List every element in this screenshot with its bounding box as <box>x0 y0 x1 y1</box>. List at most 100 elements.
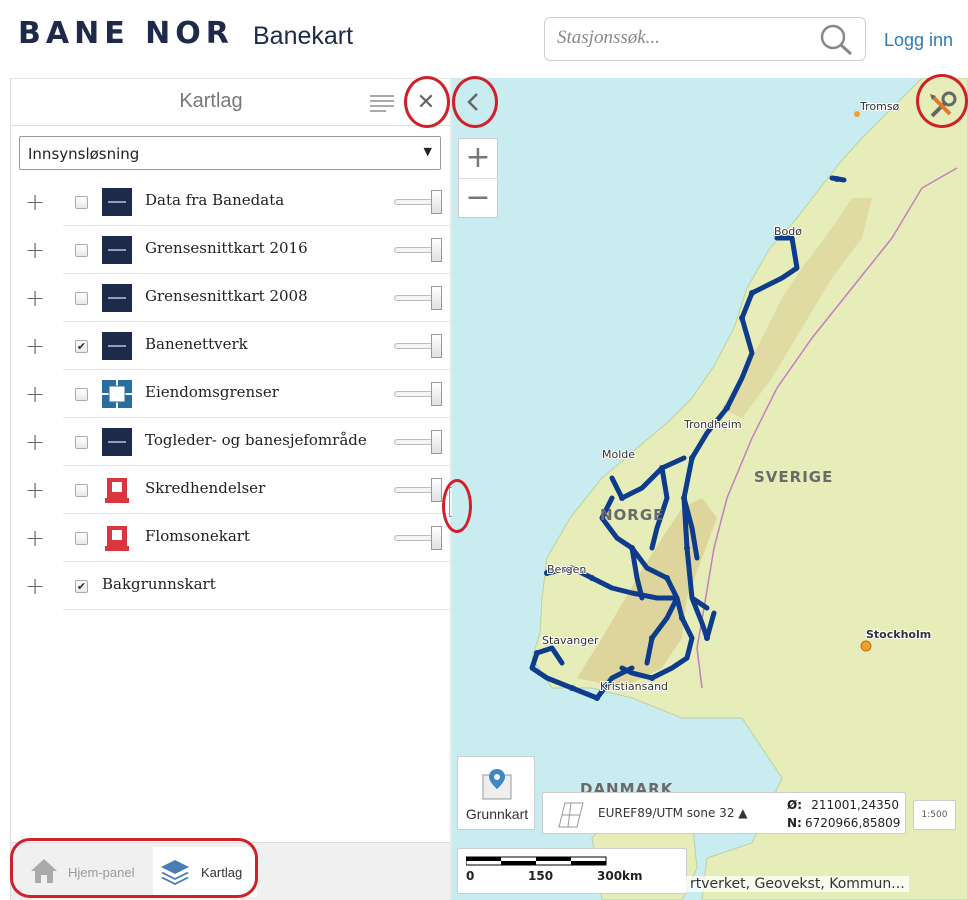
bane-nor-logo-icon <box>102 284 132 312</box>
expand-icon[interactable]: + <box>25 524 45 552</box>
layer-row[interactable]: + Eiendomsgrenser <box>11 370 451 418</box>
layer-panel: Kartlag ✕ Innsynsløsning ▼ + Data fra Ban… <box>10 78 451 900</box>
layer-name: Flomsonekart <box>145 527 250 545</box>
layer-row[interactable]: + Flomsonekart <box>11 514 451 562</box>
view-select-value: Innsynsløsning <box>28 145 140 163</box>
layer-row[interactable]: + Grensesnittkart 2016 <box>11 226 451 274</box>
home-icon <box>29 856 59 890</box>
layer-checkbox[interactable] <box>75 196 88 209</box>
coord-north-label: N: <box>787 816 802 830</box>
coord-north-value: 6720966,85809 <box>805 816 901 830</box>
opacity-slider[interactable] <box>394 478 444 502</box>
slider-handle[interactable] <box>431 334 442 358</box>
expand-icon[interactable]: + <box>25 428 45 456</box>
layer-row[interactable]: + Skredhendelser <box>11 466 451 514</box>
opacity-slider[interactable] <box>394 286 444 310</box>
expand-icon[interactable]: + <box>25 332 45 360</box>
bane-nor-logo-icon <box>102 428 132 456</box>
search-icon[interactable] <box>819 23 855 61</box>
tab-home-panel[interactable]: Hjem-panel <box>21 847 151 897</box>
coord-east-label: Ø: <box>787 798 802 812</box>
layer-checkbox[interactable]: ✔ <box>75 340 88 353</box>
place-trondheim: Trondheim <box>683 418 742 431</box>
panel-tabs: Hjem-panel Kartlag <box>11 842 451 900</box>
bane-nor-logo[interactable]: BANE NOR <box>18 16 234 51</box>
expand-icon[interactable]: + <box>25 284 45 312</box>
layer-checkbox[interactable] <box>75 484 88 497</box>
close-panel-button[interactable]: ✕ <box>408 85 444 121</box>
opacity-slider[interactable] <box>394 430 444 454</box>
opacity-slider[interactable] <box>394 382 444 406</box>
slider-handle[interactable] <box>431 238 442 262</box>
station-search[interactable] <box>544 17 866 61</box>
layer-checkbox[interactable]: ✔ <box>75 580 88 593</box>
opacity-slider[interactable] <box>394 526 444 550</box>
layer-row[interactable]: + Togleder- og banesjefområde <box>11 418 451 466</box>
slider-handle[interactable] <box>431 286 442 310</box>
slider-handle[interactable] <box>431 478 442 502</box>
coord-east-value: 211001,24350 <box>811 798 899 812</box>
slider-handle[interactable] <box>431 430 442 454</box>
place-bergen: Bergen <box>547 563 586 576</box>
layer-checkbox[interactable] <box>75 532 88 545</box>
layers-icon <box>159 857 191 891</box>
place-molde: Molde <box>602 448 635 461</box>
layer-name: Eiendomsgrenser <box>145 383 279 401</box>
layer-name: Grensesnittkart 2016 <box>145 239 308 257</box>
expand-icon[interactable]: + <box>25 236 45 264</box>
layer-name: Skredhendelser <box>145 479 266 497</box>
tools-icon <box>930 91 957 118</box>
tools-button[interactable] <box>920 84 964 128</box>
expand-icon[interactable]: + <box>25 380 45 408</box>
layer-name: Togleder- og banesjefområde <box>145 431 367 449</box>
app-title: Banekart <box>253 22 354 50</box>
property-boundary-icon <box>102 380 132 408</box>
layer-checkbox[interactable] <box>75 436 88 449</box>
coordinate-display[interactable]: EUREF89/UTM sone 32 ▲ Ø: 211001,24350 N:… <box>542 792 906 834</box>
scale-label-0: 0 <box>466 869 475 883</box>
scale-button[interactable]: 1:500 <box>913 800 956 830</box>
scale-label-300: 300km <box>597 869 643 883</box>
expand-icon[interactable]: + <box>25 188 45 216</box>
collapse-panel-button[interactable] <box>454 84 492 120</box>
login-link[interactable]: Logg inn <box>884 30 953 51</box>
zoom-in-button[interactable]: + <box>458 138 498 178</box>
slider-handle[interactable] <box>431 526 442 550</box>
opacity-slider[interactable] <box>394 334 444 358</box>
place-kristiansand: Kristiansand <box>600 680 668 693</box>
country-sverige: SVERIGE <box>754 468 833 486</box>
place-stavanger: Stavanger <box>542 634 599 647</box>
layer-row[interactable]: + ✔ Banenettverk <box>11 322 451 370</box>
map-attribution[interactable]: rtverket, Geovekst, Kommun... <box>686 876 909 892</box>
tab-layers-label: Kartlag <box>201 865 243 880</box>
slider-handle[interactable] <box>431 190 442 214</box>
tab-layers[interactable]: Kartlag <box>153 847 257 897</box>
search-input[interactable] <box>557 18 817 58</box>
expand-icon[interactable]: + <box>25 572 45 600</box>
opacity-slider[interactable] <box>394 238 444 262</box>
layer-checkbox[interactable] <box>75 244 88 257</box>
panel-header: Kartlag ✕ <box>11 78 451 126</box>
expand-icon[interactable]: + <box>25 476 45 504</box>
view-select[interactable]: Innsynsløsning ▼ <box>19 136 441 170</box>
layer-row[interactable]: + Grensesnittkart 2008 <box>11 274 451 322</box>
bane-nor-logo-icon <box>102 236 132 264</box>
basemap-button[interactable]: Grunnkart <box>457 756 535 830</box>
map-view[interactable]: Tromsø Bodø Trondheim Molde Bergen Stava… <box>452 78 968 900</box>
scale-label-150: 150 <box>528 869 554 883</box>
grid-projection-icon <box>558 802 584 828</box>
projection-select[interactable]: EUREF89/UTM sone 32 ▲ <box>598 806 748 820</box>
layer-name: Data fra Banedata <box>145 191 285 209</box>
layer-name: Bakgrunnskart <box>102 575 216 593</box>
country-norge: NORGE <box>600 506 664 524</box>
bane-nor-logo-icon <box>102 188 132 216</box>
basemap-icon <box>482 769 512 800</box>
layer-row[interactable]: + Data fra Banedata <box>11 178 451 226</box>
layer-checkbox[interactable] <box>75 388 88 401</box>
layer-checkbox[interactable] <box>75 292 88 305</box>
opacity-slider[interactable] <box>394 190 444 214</box>
slider-handle[interactable] <box>431 382 442 406</box>
layer-row[interactable]: + ✔ Bakgrunnskart <box>11 562 451 610</box>
list-menu-icon[interactable] <box>370 94 394 116</box>
zoom-out-button[interactable]: − <box>458 178 498 218</box>
